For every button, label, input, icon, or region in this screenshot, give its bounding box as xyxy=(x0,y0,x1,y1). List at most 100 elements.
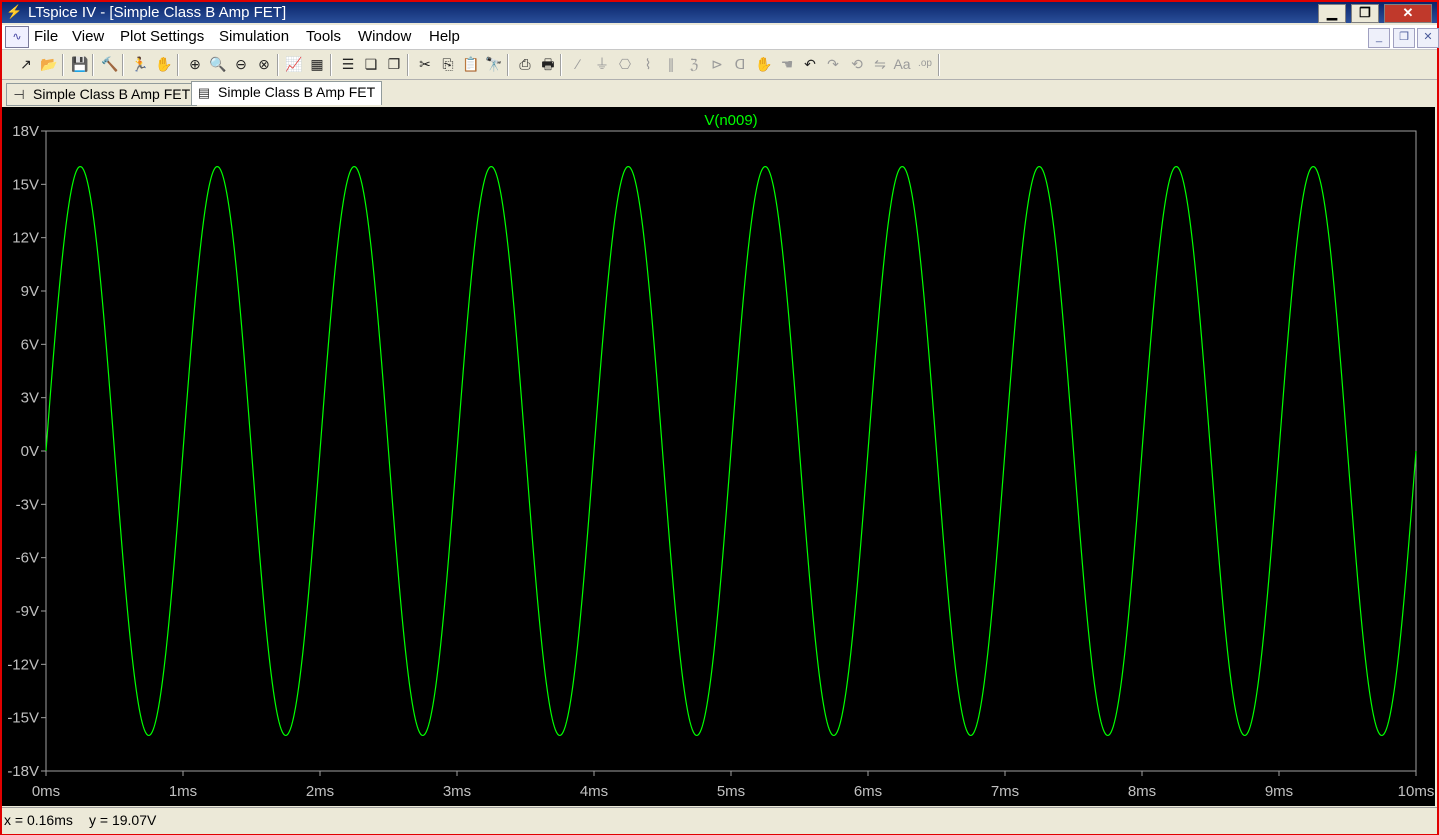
restore-button[interactable]: ❐ xyxy=(1351,4,1379,23)
print-preview-icon[interactable]: ⎙ xyxy=(515,54,535,74)
y-tick-label: 6V xyxy=(21,336,39,353)
print-icon[interactable]: 🖶 xyxy=(538,54,558,74)
menu-simulation[interactable]: Simulation xyxy=(219,28,289,45)
toolbar-separator xyxy=(560,54,562,76)
zoom-area-icon[interactable]: ⊕ xyxy=(185,54,205,74)
menu-file[interactable]: File xyxy=(34,28,58,45)
zoom-out-icon[interactable]: ⊖ xyxy=(231,54,251,74)
cascade-icon[interactable]: ❏ xyxy=(361,54,381,74)
y-tick-label: -12V xyxy=(7,656,39,673)
ltspice-app-icon[interactable]: ⚡ xyxy=(6,5,22,19)
save-icon[interactable]: 💾 xyxy=(70,54,90,74)
menu-view[interactable]: View xyxy=(72,28,104,45)
tab-waveform-label: Simple Class B Amp FET xyxy=(218,84,376,100)
zoom-fit-icon[interactable]: ⊗ xyxy=(254,54,274,74)
tile-windows-icon[interactable]: ❐ xyxy=(384,54,404,74)
trace-title: V(n009) xyxy=(704,112,757,129)
toolbar-separator xyxy=(407,54,409,76)
toolbar-separator xyxy=(277,54,279,76)
drag-icon[interactable]: ☚ xyxy=(777,54,797,74)
toolbar-separator xyxy=(122,54,124,76)
copy-icon[interactable]: ⎘ xyxy=(438,54,458,74)
y-tick-label: 12V xyxy=(12,230,39,247)
run-icon[interactable]: 🏃 xyxy=(130,54,150,74)
y-tick-label: 9V xyxy=(21,283,39,300)
y-tick-label: -9V xyxy=(16,603,39,620)
menu-tools[interactable]: Tools xyxy=(306,28,341,45)
x-tick-label: 2ms xyxy=(306,783,334,800)
x-tick-label: 7ms xyxy=(991,783,1019,800)
x-tick-label: 1ms xyxy=(169,783,197,800)
title-bar: ⚡ LTspice IV - [Simple Class B Amp FET] … xyxy=(2,2,1437,23)
minimize-button[interactable]: ▁ xyxy=(1318,4,1346,23)
x-tick-label: 4ms xyxy=(580,783,608,800)
waveform-viewer[interactable]: 0ms 1ms 2ms 3ms 4ms 5ms 6ms 7ms 8ms 9ms 10ms 18V 15V… xyxy=(2,107,1435,806)
ground-icon[interactable]: ⏚ xyxy=(592,54,612,74)
paste-icon[interactable]: 📋 xyxy=(461,54,481,74)
undo-icon[interactable]: ↶ xyxy=(800,54,820,74)
close-icon: ✕ xyxy=(1402,5,1414,20)
redo-icon[interactable]: ↷ xyxy=(823,54,843,74)
x-tick-label: 3ms xyxy=(443,783,471,800)
find-icon[interactable]: 🔭 xyxy=(484,54,504,74)
y-tick-label: 15V xyxy=(12,176,39,193)
tab-schematic[interactable]: ⊣ Simple Class B Amp FET xyxy=(6,83,198,106)
x-tick-label: 5ms xyxy=(717,783,745,800)
x-tick-label: 6ms xyxy=(854,783,882,800)
text-icon[interactable]: Aa xyxy=(892,54,912,74)
trace-line xyxy=(45,165,1417,737)
close-button[interactable]: ✕ xyxy=(1384,4,1432,23)
x-tick-label: 9ms xyxy=(1265,783,1293,800)
mdi-close-icon: ✕ xyxy=(1423,31,1433,43)
capacitor-icon[interactable]: ∥ xyxy=(661,54,681,74)
move-icon[interactable]: ✋ xyxy=(754,54,774,74)
waveform-doc-icon[interactable]: ∿ xyxy=(5,26,29,48)
toolbar-separator xyxy=(177,54,179,76)
label-net-icon[interactable]: ⎔ xyxy=(615,54,635,74)
mdi-close-button[interactable]: ✕ xyxy=(1417,28,1439,48)
x-tick-label: 0ms xyxy=(32,783,60,800)
mdi-restore-icon: ❐ xyxy=(1399,31,1409,43)
cursor-y-readout: y = 19.07V xyxy=(89,812,157,828)
inductor-icon[interactable]: ℨ xyxy=(684,54,704,74)
autorange-icon[interactable]: 📈 xyxy=(284,54,304,74)
minimize-icon: ▁ xyxy=(1327,5,1337,20)
control-panel-icon[interactable]: 🔨 xyxy=(100,54,120,74)
waveform-icon: ▤ xyxy=(197,85,211,100)
new-schematic-icon[interactable]: ↗ xyxy=(16,54,36,74)
resistor-icon[interactable]: ⌇ xyxy=(638,54,658,74)
cut-icon[interactable]: ✂ xyxy=(415,54,435,74)
diode-icon[interactable]: ⊳ xyxy=(707,54,727,74)
mdi-minimize-button[interactable]: _ xyxy=(1368,28,1390,48)
y-tick-label: -18V xyxy=(7,763,39,780)
y-tick-label: -6V xyxy=(16,550,39,567)
halt-icon[interactable]: ✋ xyxy=(154,54,174,74)
manual-limits-icon[interactable]: ▦ xyxy=(307,54,327,74)
y-tick-label: -3V xyxy=(16,496,39,513)
menu-window[interactable]: Window xyxy=(358,28,411,45)
wire-icon[interactable]: ∕ xyxy=(568,54,588,74)
menu-bar: ∿ File View Plot Settings Simulation Too… xyxy=(2,25,1439,50)
menu-help[interactable]: Help xyxy=(429,28,460,45)
toolbar-separator xyxy=(62,54,64,76)
menu-plot-settings[interactable]: Plot Settings xyxy=(120,28,204,45)
status-bar: x = 0.16ms y = 19.07V xyxy=(2,807,1437,834)
zoom-in-icon[interactable]: 🔍 xyxy=(208,54,228,74)
open-icon[interactable]: 📂 xyxy=(39,54,59,74)
mirror-icon[interactable]: ⇋ xyxy=(870,54,890,74)
spice-directive-icon[interactable]: .op xyxy=(915,54,935,74)
toolbar-separator xyxy=(92,54,94,76)
toolbar-separator xyxy=(330,54,332,76)
tile-horizontal-icon[interactable]: ☰ xyxy=(338,54,358,74)
y-tick-label: 0V xyxy=(21,443,39,460)
toolbar-separator xyxy=(507,54,509,76)
x-tick-label: 8ms xyxy=(1128,783,1156,800)
tab-waveform[interactable]: ▤ Simple Class B Amp FET xyxy=(191,81,383,105)
y-tick-label: -15V xyxy=(7,710,39,727)
rotate-icon[interactable]: ⟲ xyxy=(847,54,867,74)
schematic-icon: ⊣ xyxy=(13,87,25,102)
mdi-restore-button[interactable]: ❐ xyxy=(1393,28,1415,48)
waveform-plot[interactable]: 0ms 1ms 2ms 3ms 4ms 5ms 6ms 7ms 8ms 9ms 10ms 18V 15V… xyxy=(2,107,1435,806)
restore-icon: ❐ xyxy=(1359,5,1371,20)
component-icon[interactable]: ᗡ xyxy=(730,54,750,74)
